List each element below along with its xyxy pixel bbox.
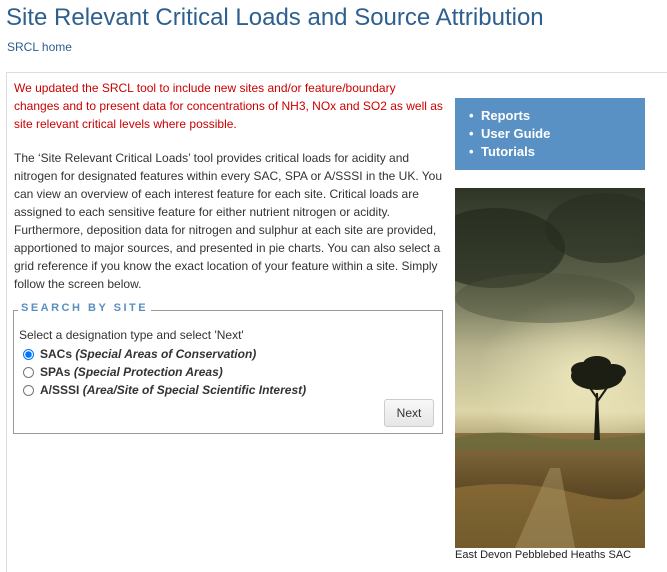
search-by-site-fieldset: SEARCH BY SITE Select a designation type… [13,302,443,434]
option-sacs-abbr: SACs [40,347,73,361]
srcl-home-link[interactable]: SRCL home [7,40,72,54]
radio-assi[interactable] [23,384,34,396]
option-sacs-full: (Special Areas of Conservation) [75,347,257,361]
option-spas-abbr: SPAs [40,365,71,379]
option-assi-abbr: A/SSSI [40,383,80,397]
option-assi[interactable]: A/SSSI (Area/Site of Special Scientific … [23,383,306,397]
update-notice: We updated the SRCL tool to include new … [14,81,443,131]
sidebar-link-reports[interactable]: Reports [469,107,645,125]
intro-paragraph: The ‘Site Relevant Critical Loads’ tool … [14,151,443,291]
option-spas-full: (Special Protection Areas) [73,365,223,379]
search-by-site-legend: SEARCH BY SITE [18,302,152,314]
main-column: We updated the SRCL tool to include new … [14,79,444,293]
sidebar: Reports User Guide Tutorials [455,98,645,170]
radio-spas[interactable] [23,366,34,378]
next-button[interactable]: Next [384,399,434,427]
sidebar-links-box: Reports User Guide Tutorials [455,98,645,170]
option-sacs[interactable]: SACs (Special Areas of Conservation) [23,347,256,361]
option-assi-full: (Area/Site of Special Scientific Interes… [82,383,307,397]
photo-caption: East Devon Pebblebed Heaths SAC [455,549,632,561]
option-spas[interactable]: SPAs (Special Protection Areas) [23,365,223,379]
radio-sacs[interactable] [23,348,34,360]
heathland-photo [455,188,645,548]
page-title: Site Relevant Critical Loads and Source … [6,4,544,31]
sidebar-link-tutorials[interactable]: Tutorials [469,143,645,161]
sidebar-link-user-guide[interactable]: User Guide [469,125,645,143]
search-instructions: Select a designation type and select 'Ne… [19,328,244,342]
